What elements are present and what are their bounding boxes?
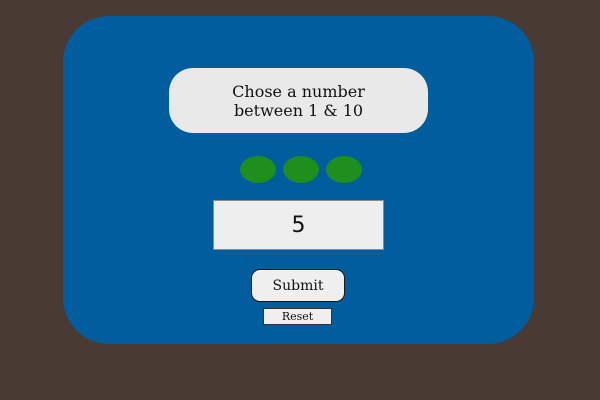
submit-button[interactable]: Submit	[251, 269, 345, 302]
attempt-dot	[326, 156, 362, 183]
attempts-indicator	[240, 156, 362, 183]
game-card: Chose a number between 1 & 10 Submit Res…	[63, 16, 534, 344]
reset-button[interactable]: Reset	[263, 308, 332, 325]
prompt-bubble: Chose a number between 1 & 10	[169, 68, 428, 133]
prompt-line-2: between 1 & 10	[233, 100, 364, 120]
prompt-line-1: Chose a number	[232, 81, 365, 101]
guess-input[interactable]	[213, 200, 384, 250]
attempt-dot	[283, 156, 319, 183]
attempt-dot	[240, 156, 276, 183]
